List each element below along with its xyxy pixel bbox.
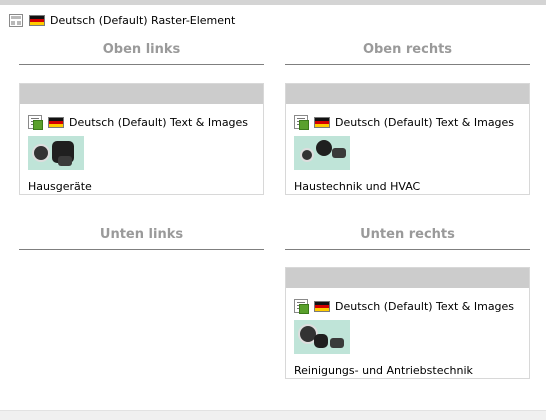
- text-image-icon[interactable]: [294, 115, 309, 130]
- thumbnail-image: [28, 136, 84, 170]
- content-element-type-label: Deutsch (Default) Text & Images: [335, 115, 515, 129]
- content-element-type-row: Deutsch (Default) Text & Images: [294, 299, 529, 314]
- grid-element-title: Deutsch (Default) Raster-Element: [50, 13, 236, 27]
- column-header-top-left: Oben links: [19, 40, 264, 65]
- thumbnail-image: [294, 136, 350, 170]
- content-element-type-row: Deutsch (Default) Text & Images: [294, 115, 529, 130]
- content-element-box[interactable]: Deutsch (Default) Text & Images Hausgerä…: [19, 83, 264, 195]
- flag-de-icon: [48, 116, 64, 128]
- column-label: Unten rechts: [360, 227, 455, 242]
- content-element-caption: Reinigungs- und Antriebstechnik: [294, 364, 473, 377]
- content-element-caption: Haustechnik und HVAC: [294, 180, 421, 193]
- thumbnail-image: [294, 320, 350, 354]
- column-label: Oben links: [102, 42, 181, 57]
- top-border: [0, 0, 546, 5]
- column-label: Unten links: [99, 227, 184, 242]
- column-header-top-right: Oben rechts: [285, 40, 530, 65]
- column-header-bottom-right: Unten rechts: [285, 225, 530, 250]
- content-element-header-bar[interactable]: [286, 84, 529, 104]
- content-element-type-label: Deutsch (Default) Text & Images: [69, 115, 249, 129]
- bottom-border: [0, 410, 546, 420]
- content-element-type-label: Deutsch (Default) Text & Images: [335, 299, 515, 313]
- text-image-icon[interactable]: [294, 299, 309, 314]
- flag-de-icon: [29, 14, 45, 26]
- column-header-bottom-left: Unten links: [19, 225, 264, 250]
- text-image-icon[interactable]: [28, 115, 43, 130]
- grid-element-header: Deutsch (Default) Raster-Element: [9, 13, 235, 27]
- content-element-box[interactable]: Deutsch (Default) Text & Images Haustech…: [285, 83, 530, 195]
- content-element-caption: Hausgeräte: [28, 180, 92, 193]
- content-element-box[interactable]: Deutsch (Default) Text & Images Reinigun…: [285, 267, 530, 379]
- flag-de-icon: [314, 300, 330, 312]
- flag-de-icon: [314, 116, 330, 128]
- content-element-header-bar[interactable]: [286, 268, 529, 288]
- content-element-header-bar[interactable]: [20, 84, 263, 104]
- column-label: Oben rechts: [362, 42, 453, 57]
- content-element-type-row: Deutsch (Default) Text & Images: [28, 115, 263, 130]
- grid-layout-icon[interactable]: [9, 13, 23, 27]
